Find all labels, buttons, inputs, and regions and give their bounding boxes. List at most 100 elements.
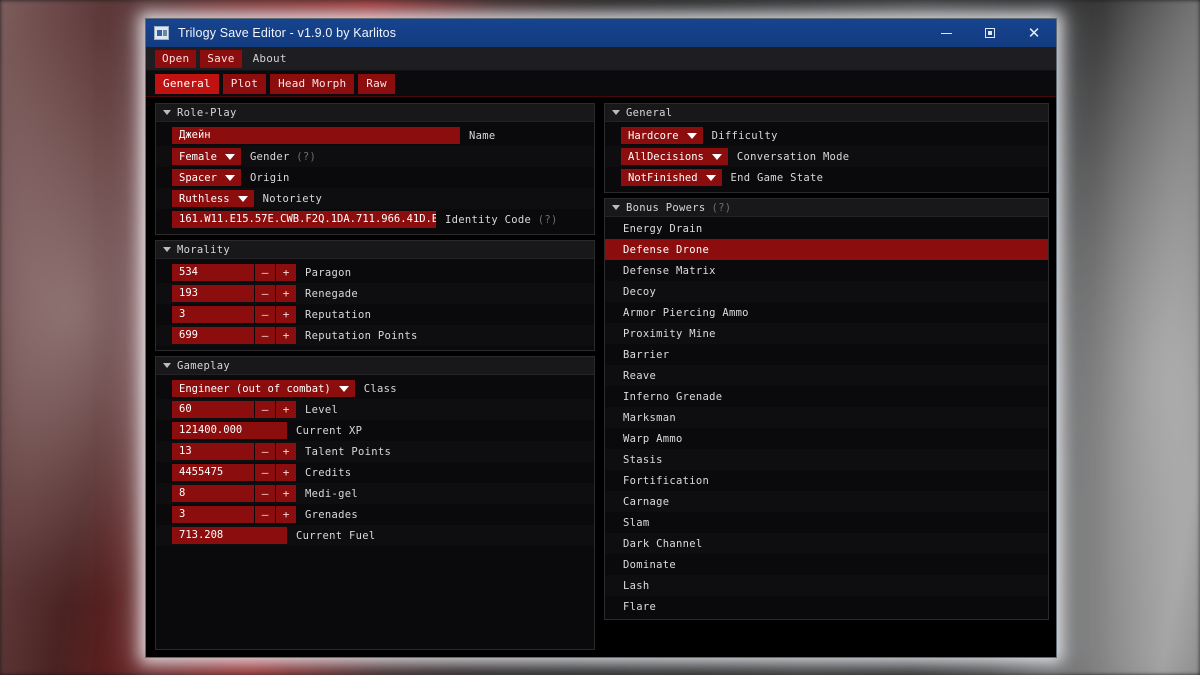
bonus-powers-help-icon[interactable]: (?) <box>711 202 731 214</box>
close-button[interactable]: ✕ <box>1012 19 1056 47</box>
tab-general[interactable]: General <box>155 73 219 94</box>
field-label: Level <box>305 403 339 416</box>
value-input[interactable]: 121400.000 <box>172 422 287 439</box>
bonus-power-item[interactable]: Armor Piercing Ammo <box>605 302 1048 323</box>
option-select[interactable]: AllDecisions <box>621 148 728 165</box>
increment-button[interactable]: + <box>275 401 296 418</box>
decrement-button[interactable]: – <box>254 464 275 481</box>
field-row-class: Engineer (out of combat) Class <box>156 378 594 399</box>
bonus-power-item[interactable]: Carnage <box>605 491 1048 512</box>
identity-code-help-icon[interactable]: (?) <box>538 214 558 226</box>
name-input[interactable]: Джейн <box>172 127 460 144</box>
field-label: Medi-gel <box>305 487 358 500</box>
value-input[interactable]: 3 <box>172 306 254 323</box>
field-row: 699– + Reputation Points <box>156 325 594 346</box>
bonus-power-item[interactable]: Proximity Mine <box>605 323 1048 344</box>
menu-item-about[interactable]: About <box>246 50 294 68</box>
field-row: NotFinished End Game State <box>605 167 1048 188</box>
value-input[interactable]: 8 <box>172 485 254 502</box>
decrement-button[interactable]: – <box>254 485 275 502</box>
bonus-power-item[interactable]: Fortification <box>605 470 1048 491</box>
caret-down-icon <box>163 247 171 252</box>
minimize-button[interactable] <box>924 19 968 47</box>
gender-help-icon[interactable]: (?) <box>296 151 316 163</box>
decrement-button[interactable]: – <box>254 443 275 460</box>
application-window: Trilogy Save Editor - v1.9.0 by Karlitos… <box>145 18 1057 658</box>
bonus-power-item[interactable]: Reave <box>605 365 1048 386</box>
value-stepper: – + <box>254 485 296 502</box>
increment-button[interactable]: + <box>275 285 296 302</box>
menu-item-open[interactable]: Open <box>155 49 197 68</box>
gender-select[interactable]: Female <box>172 148 241 165</box>
increment-button[interactable]: + <box>275 464 296 481</box>
value-input[interactable]: 699 <box>172 327 254 344</box>
tab-plot[interactable]: Plot <box>222 73 267 94</box>
bonus-power-item[interactable]: Energy Drain <box>605 218 1048 239</box>
bonus-power-item[interactable]: Flare <box>605 596 1048 617</box>
bonus-power-item[interactable]: Decoy <box>605 281 1048 302</box>
chevron-down-icon <box>224 174 235 181</box>
value-stepper: – + <box>254 506 296 523</box>
value-input[interactable]: 3 <box>172 506 254 523</box>
field-label: Reputation Points <box>305 329 418 342</box>
value-input[interactable]: 13 <box>172 443 254 460</box>
identity-code-input[interactable]: 161.W11.E15.57E.CWB.F2Q.1DA.711.966.41D.… <box>172 211 436 228</box>
increment-button[interactable]: + <box>275 506 296 523</box>
menu-item-save[interactable]: Save <box>200 49 242 68</box>
bonus-power-item[interactable]: Dark Channel <box>605 533 1048 554</box>
value-input[interactable]: 193 <box>172 285 254 302</box>
value-input[interactable]: 713.208 <box>172 527 287 544</box>
increment-button[interactable]: + <box>275 306 296 323</box>
origin-select[interactable]: Spacer <box>172 169 241 186</box>
value-input[interactable]: 4455475 <box>172 464 254 481</box>
panel-header-general[interactable]: General <box>605 104 1048 122</box>
panel-header-morality[interactable]: Morality <box>156 241 594 259</box>
increment-button[interactable]: + <box>275 443 296 460</box>
decrement-button[interactable]: – <box>254 327 275 344</box>
panel-header-role-play[interactable]: Role-Play <box>156 104 594 122</box>
value-input[interactable]: 60 <box>172 401 254 418</box>
increment-button[interactable]: + <box>275 264 296 281</box>
tab-raw[interactable]: Raw <box>358 73 395 94</box>
gender-value: Female <box>179 150 217 163</box>
decrement-button[interactable]: – <box>254 285 275 302</box>
bonus-power-item[interactable]: Warp Ammo <box>605 428 1048 449</box>
bonus-power-item[interactable]: Stasis <box>605 449 1048 470</box>
bonus-power-item[interactable]: Defense Matrix <box>605 260 1048 281</box>
class-select[interactable]: Engineer (out of combat) <box>172 380 355 397</box>
right-column: General Hardcore Difficulty AllDecisions Co… <box>604 103 1049 650</box>
panel-header-gameplay[interactable]: Gameplay <box>156 357 594 375</box>
panel-header-bonus-powers[interactable]: Bonus Powers (?) <box>605 199 1048 217</box>
tab-head-morph[interactable]: Head Morph <box>270 73 355 94</box>
increment-button[interactable]: + <box>275 485 296 502</box>
chevron-down-icon <box>705 174 716 181</box>
field-label: Renegade <box>305 287 358 300</box>
option-select[interactable]: NotFinished <box>621 169 722 186</box>
panel-body-morality: 534– + Paragon 193– + Renegade 3– + Reputation 69… <box>156 259 594 350</box>
bonus-power-item[interactable]: Dominate <box>605 554 1048 575</box>
maximize-button[interactable] <box>968 19 1012 47</box>
field-label: End Game State <box>730 171 824 184</box>
field-label: Credits <box>305 466 352 479</box>
field-row: 534– + Paragon <box>156 262 594 283</box>
bonus-power-item[interactable]: Slam <box>605 512 1048 533</box>
decrement-button[interactable]: – <box>254 401 275 418</box>
value-input[interactable]: 534 <box>172 264 254 281</box>
notoriety-select[interactable]: Ruthless <box>172 190 254 207</box>
bonus-power-item[interactable]: Barrier <box>605 344 1048 365</box>
bonus-powers-list: Energy Drain Defense Drone Defense Matrix D… <box>605 217 1048 619</box>
option-select[interactable]: Hardcore <box>621 127 703 144</box>
caret-down-icon <box>612 205 620 210</box>
bonus-power-item[interactable]: Lash <box>605 575 1048 596</box>
window-title: Trilogy Save Editor - v1.9.0 by Karlitos <box>178 26 397 40</box>
bonus-power-item[interactable]: Defense Drone <box>605 239 1048 260</box>
increment-button[interactable]: + <box>275 327 296 344</box>
bonus-power-item[interactable]: Inferno Grenade <box>605 386 1048 407</box>
panel-body-general: Hardcore Difficulty AllDecisions Conversati… <box>605 122 1048 192</box>
decrement-button[interactable]: – <box>254 264 275 281</box>
decrement-button[interactable]: – <box>254 506 275 523</box>
value-stepper: – + <box>254 443 296 460</box>
decrement-button[interactable]: – <box>254 306 275 323</box>
bonus-power-item[interactable]: Marksman <box>605 407 1048 428</box>
field-row: 3– + Reputation <box>156 304 594 325</box>
